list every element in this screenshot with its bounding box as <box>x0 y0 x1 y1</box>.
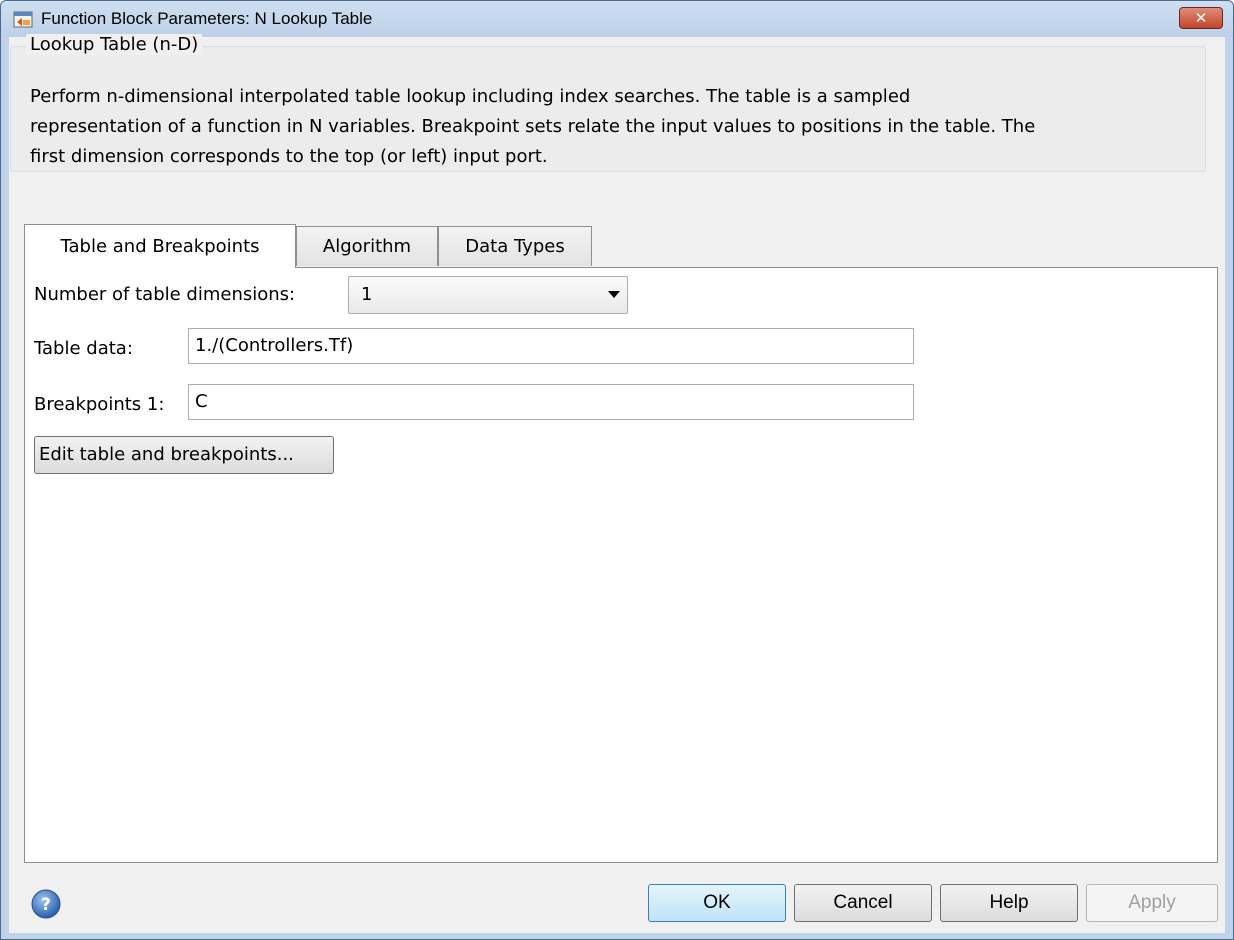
chevron-down-icon[interactable] <box>608 291 620 298</box>
table-data-label: Table data: <box>34 338 133 359</box>
breakpoints1-label: Breakpoints 1: <box>34 394 165 415</box>
edit-table-and-breakpoints-button[interactable]: Edit table and breakpoints... <box>34 436 334 474</box>
ok-button[interactable]: OK <box>648 884 786 922</box>
title-bar[interactable]: Function Block Parameters: N Lookup Tabl… <box>1 1 1233 37</box>
tab-data-types[interactable]: Data Types <box>438 226 592 266</box>
description-line: Perform n-dimensional interpolated table… <box>30 86 911 107</box>
help-question-icon[interactable]: ? <box>30 888 62 920</box>
simulink-block-icon <box>13 11 33 28</box>
window-title: Function Block Parameters: N Lookup Tabl… <box>41 9 373 28</box>
table-data-field[interactable]: 1./(Controllers.Tf) <box>188 328 914 364</box>
cancel-button[interactable]: Cancel <box>794 884 932 922</box>
help-button[interactable]: Help <box>940 884 1078 922</box>
description-group-title: Lookup Table (n-D) <box>26 34 203 55</box>
description-line: representation of a function in N variab… <box>30 116 1036 137</box>
description-line: first dimension corresponds to the top (… <box>30 146 548 167</box>
dimensions-dropdown[interactable]: 1 <box>348 276 628 314</box>
tab-table-and-breakpoints[interactable]: Table and Breakpoints <box>24 224 296 268</box>
description-text: Perform n-dimensional interpolated table… <box>30 82 1220 172</box>
breakpoints1-field[interactable]: C <box>188 384 914 420</box>
apply-button[interactable]: Apply <box>1086 884 1218 922</box>
svg-text:?: ? <box>41 895 51 915</box>
tab-algorithm[interactable]: Algorithm <box>296 226 438 266</box>
close-button[interactable]: ✕ <box>1179 7 1223 29</box>
dimensions-value: 1 <box>361 284 373 305</box>
dimensions-label: Number of table dimensions: <box>34 284 296 305</box>
